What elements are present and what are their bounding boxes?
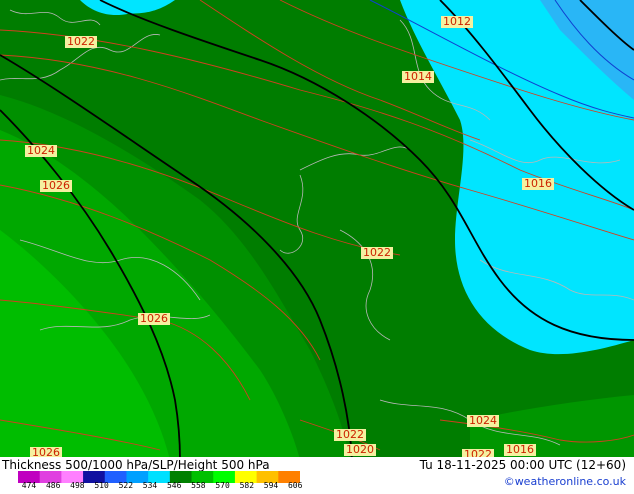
forecast-datetime: Tu 18-11-2025 00:00 UTC (12+60) [419, 458, 626, 472]
colorbar-tick-label: 486 [45, 481, 61, 490]
credit-link[interactable]: ©weatheronline.co.uk [504, 475, 626, 488]
colorbar-tick-label: 546 [166, 481, 182, 490]
map-canvas [0, 0, 634, 461]
isobar-label: 1024 [467, 414, 499, 427]
isobar-label: 1016 [522, 177, 554, 190]
isobar-label: 1026 [40, 179, 72, 192]
isobar-label: 1022 [334, 428, 366, 441]
isobar-label: 1026 [138, 312, 170, 325]
isobar-label: 1016 [504, 443, 536, 456]
colorbar-tick-label: 594 [263, 481, 279, 490]
colorbar-tick-label: 522 [118, 481, 134, 490]
isobar-label: 1024 [25, 144, 57, 157]
colorbar-tick-label: 510 [94, 481, 109, 490]
colorbar-tick-label: 606 [287, 481, 303, 490]
colorbar-tick-label: 534 [142, 481, 158, 490]
isobar-label: 1022 [361, 246, 393, 259]
weather-map: 1022 1024 1026 1026 1026 1012 1014 1016 … [0, 0, 634, 490]
colorbar-tick-label: 582 [239, 481, 255, 490]
isobar-label: 1022 [65, 35, 97, 48]
isobar-label: 1020 [344, 443, 376, 456]
colorbar-tick-label: 558 [191, 481, 206, 490]
footer-bar: Thickness 500/1000 hPa/SLP/Height 500 hP… [0, 457, 634, 490]
colorbar-tick-label: 474 [21, 481, 37, 490]
isobar-label: 1012 [441, 15, 473, 28]
colorbar-tick-label: 498 [70, 481, 85, 490]
map-title: Thickness 500/1000 hPa/SLP/Height 500 hP… [2, 458, 270, 472]
isobar-label: 1014 [402, 70, 434, 83]
colorbar-tick-label: 570 [215, 481, 230, 490]
